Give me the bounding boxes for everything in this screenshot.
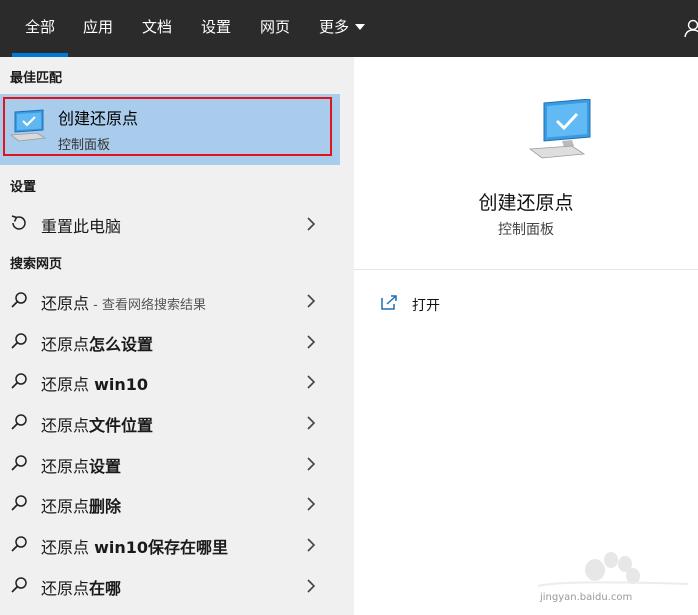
open-label: 打开 — [412, 298, 440, 314]
search-icon — [11, 455, 27, 471]
tab-web[interactable]: 网页 — [260, 0, 290, 57]
caret-down-icon — [355, 24, 366, 30]
chevron-right-icon — [307, 538, 316, 552]
web-result-text: 还原点删除 — [41, 497, 122, 516]
settings-item-label: 重置此电脑 — [41, 217, 122, 236]
search-icon — [11, 536, 27, 552]
web-result-item[interactable]: 还原点 win10保存在哪里 — [0, 525, 340, 563]
tab-documents[interactable]: 文档 — [142, 0, 172, 57]
tab-more[interactable]: 更多 — [319, 0, 366, 57]
open-external-icon — [381, 295, 397, 310]
web-result-item[interactable]: 还原点怎么设置 — [0, 322, 340, 360]
chevron-right-icon — [307, 457, 316, 471]
web-result-item[interactable]: 还原点设置 — [0, 444, 340, 482]
highlight-outline — [3, 97, 332, 156]
user-icon[interactable] — [684, 18, 698, 38]
computer-check-icon — [528, 99, 591, 159]
search-filter-bar: 全部 应用 文档 设置 网页 更多 — [0, 0, 698, 57]
search-icon — [11, 333, 27, 349]
search-icon — [11, 373, 27, 389]
tab-more-label: 更多 — [319, 18, 350, 36]
chevron-right-icon — [307, 294, 316, 308]
settings-item-reset-pc[interactable]: 重置此电脑 — [0, 204, 340, 242]
search-icon — [11, 292, 27, 308]
chevron-right-icon — [307, 497, 316, 511]
watermark-url: jingyan.baidu.com — [540, 592, 633, 603]
search-icon — [11, 414, 27, 430]
section-settings: 设置 — [10, 180, 37, 195]
section-web-search: 搜索网页 — [10, 257, 63, 272]
results-panel: 最佳匹配 创建还原点 控制面板 设置 重置此电脑 搜索网页 还原点 - 查看网络… — [0, 57, 340, 615]
chevron-right-icon — [307, 416, 316, 430]
search-icon — [11, 495, 27, 511]
tab-all[interactable]: 全部 — [11, 0, 69, 57]
web-result-item[interactable]: 还原点在哪 — [0, 566, 340, 604]
chevron-right-icon — [307, 579, 316, 593]
web-result-text: 还原点文件位置 — [41, 416, 154, 435]
detail-panel: 创建还原点 控制面板 打开 — [354, 57, 698, 615]
web-result-item[interactable]: 还原点删除 — [0, 484, 340, 522]
tab-apps[interactable]: 应用 — [83, 0, 113, 57]
divider — [354, 269, 698, 270]
web-result-text: 还原点 win10保存在哪里 — [41, 538, 229, 557]
web-result-text: 还原点 win10 — [41, 375, 149, 394]
detail-subtitle: 控制面板 — [498, 222, 554, 238]
reset-pc-icon — [11, 215, 26, 230]
search-icon — [11, 577, 27, 593]
chevron-right-icon — [307, 335, 316, 349]
chevron-right-icon — [307, 375, 316, 389]
web-result-item[interactable]: 还原点文件位置 — [0, 403, 340, 441]
tab-settings[interactable]: 设置 — [201, 0, 231, 57]
web-result-text: 还原点设置 — [41, 457, 122, 476]
chevron-right-icon — [307, 217, 316, 231]
web-result-item[interactable]: 还原点 - 查看网络搜索结果 — [0, 281, 340, 319]
web-result-text: 还原点在哪 — [41, 579, 122, 598]
section-best-match: 最佳匹配 — [10, 71, 63, 86]
detail-title: 创建还原点 — [478, 192, 574, 214]
web-result-item[interactable]: 还原点 win10 — [0, 362, 340, 400]
web-result-text: 还原点怎么设置 — [41, 335, 154, 354]
web-result-text: 还原点 - 查看网络搜索结果 — [41, 294, 206, 313]
